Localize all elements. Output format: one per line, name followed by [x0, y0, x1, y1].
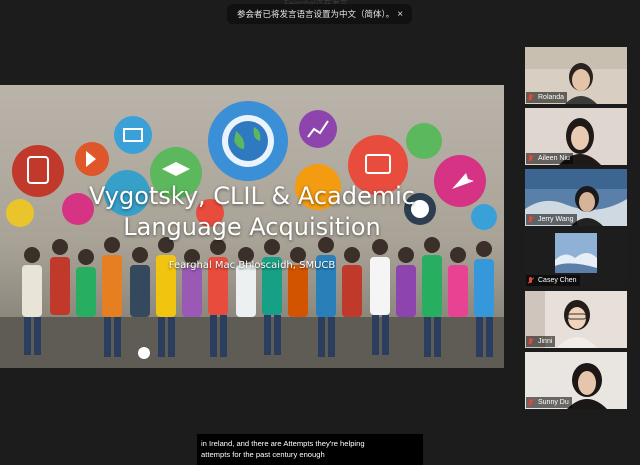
- participant-name-tag: Aileen Niu: [526, 153, 573, 164]
- participant-name: Jerry Wang: [538, 216, 574, 223]
- close-icon[interactable]: ×: [394, 9, 406, 20]
- muted-mic-icon: [527, 154, 535, 163]
- participant-name-tag: Jinni: [526, 336, 556, 347]
- participant-tile[interactable]: Jerry Wang: [525, 169, 627, 226]
- participant-name: Aileen Niu: [538, 155, 570, 162]
- participant-name-tag: Sunny Du: [526, 397, 572, 408]
- slide-title-line-1: Vygotsky, CLIL & Academic: [88, 182, 415, 210]
- participant-name-tag: Jerry Wang: [526, 214, 577, 225]
- shared-slide: Vygotsky, CLIL & Academic Language Acqui…: [0, 85, 504, 368]
- muted-mic-icon: [527, 276, 535, 285]
- participant-name-tag: Rolanda: [526, 92, 568, 103]
- participant-name-tag: Casey Chen: [526, 275, 580, 286]
- participant-name: Casey Chen: [538, 277, 577, 284]
- participant-tile[interactable]: Jinni: [525, 291, 627, 348]
- participant-name: Jinni: [538, 338, 553, 345]
- slide-title: Vygotsky, CLIL & Academic Language Acqui…: [40, 181, 464, 243]
- toast-message: 参会者已将发言语言设置为中文（简体）。: [237, 9, 395, 19]
- participant-gallery[interactable]: Rolanda Aileen Niu Jerry Wang Casey Chen…: [525, 47, 627, 413]
- slide-title-line-2: Language Acquisition: [123, 213, 381, 241]
- participant-name: Sunny Du: [538, 399, 569, 406]
- participant-tile[interactable]: Aileen Niu: [525, 108, 627, 165]
- muted-mic-icon: [527, 398, 535, 407]
- live-caption: in Ireland, and there are Attempts they'…: [197, 434, 423, 465]
- caption-line-1: in Ireland, and there are Attempts they'…: [201, 439, 365, 448]
- students-crowd-decoration: [0, 237, 504, 368]
- language-notification-toast: 参会者已将发言语言设置为中文（简体）。 ×: [227, 4, 412, 24]
- participant-tile[interactable]: Sunny Du: [525, 352, 627, 409]
- participant-name: Rolanda: [538, 94, 565, 101]
- slide-subtitle: Fearghal Mac Bhloscaidh, SMUCB: [168, 260, 336, 271]
- participant-tile[interactable]: Casey Chen: [525, 230, 627, 287]
- muted-mic-icon: [527, 215, 535, 224]
- caption-line-2: attempts for the past century enough: [201, 450, 325, 459]
- participant-tile[interactable]: Rolanda: [525, 47, 627, 104]
- muted-mic-icon: [527, 337, 535, 346]
- muted-mic-icon: [527, 93, 535, 102]
